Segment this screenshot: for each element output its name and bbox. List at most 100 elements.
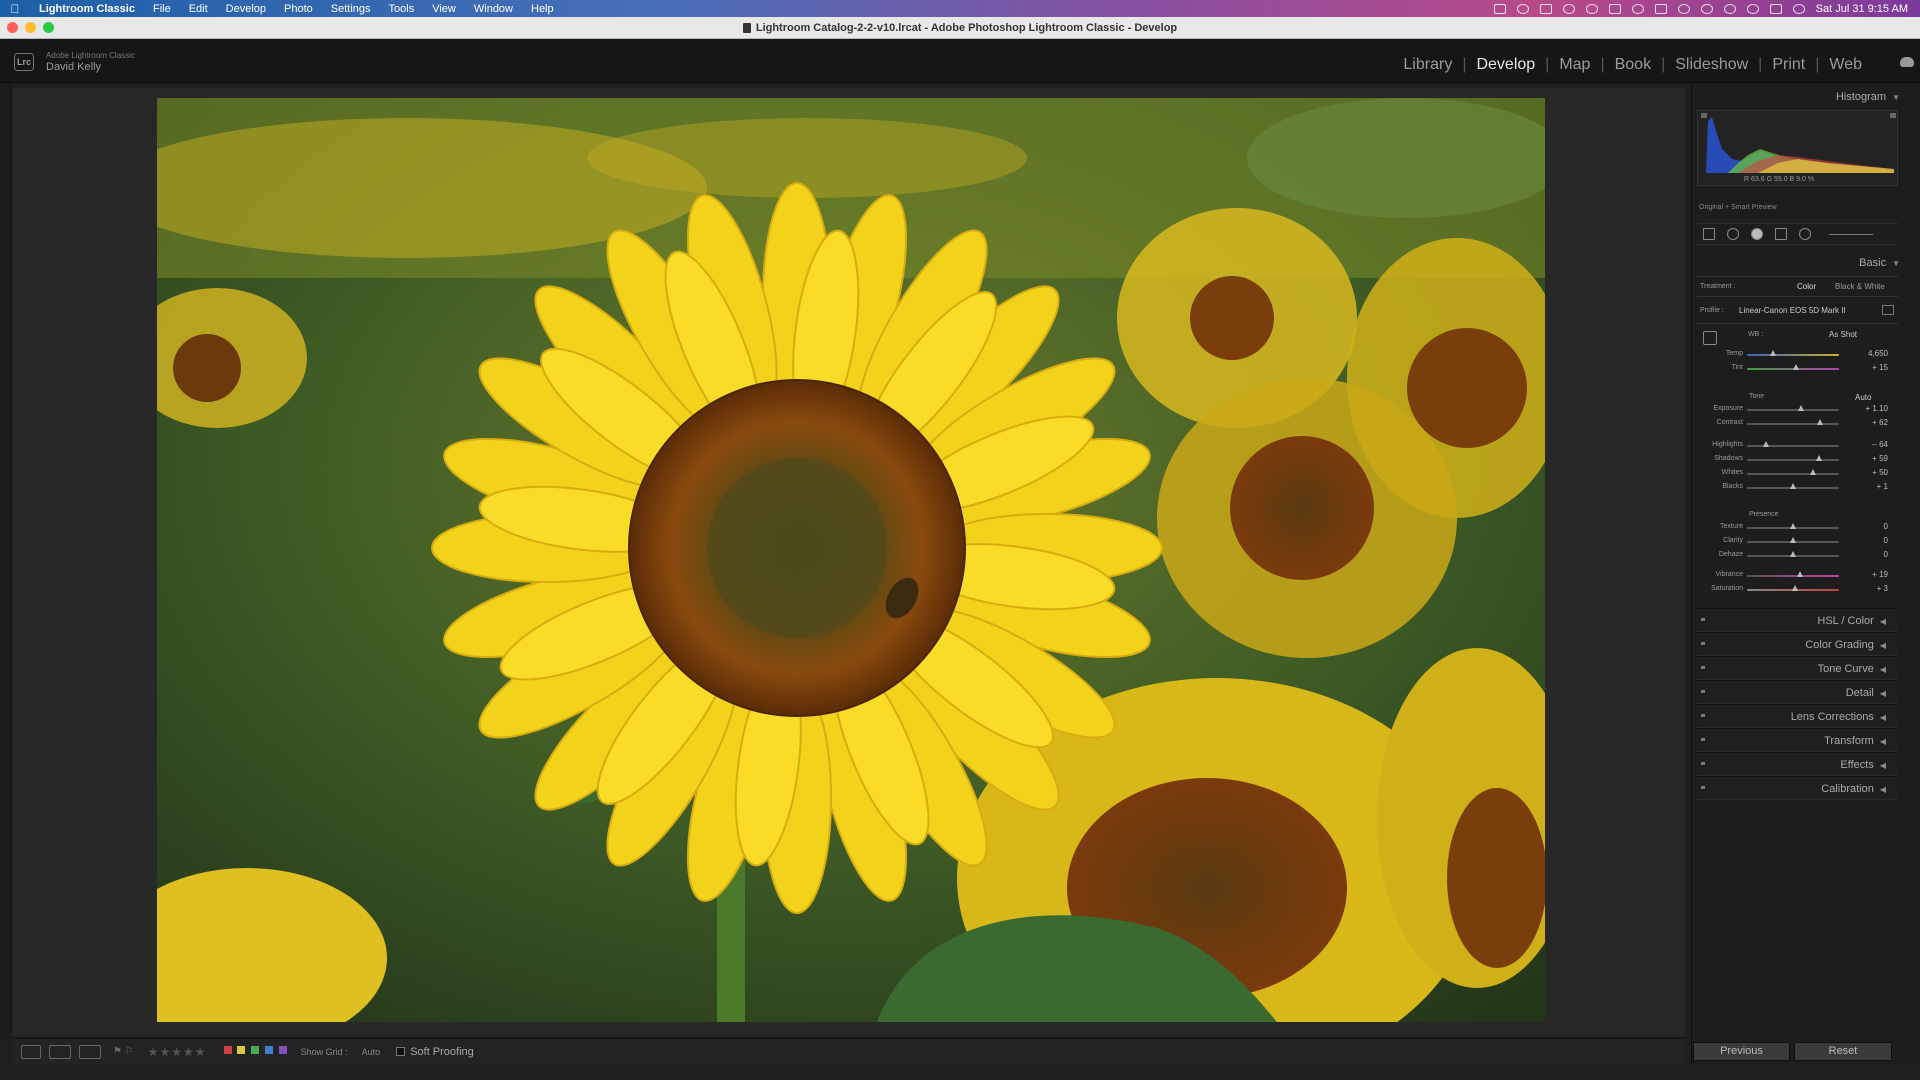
panel-power-icon[interactable]: [1701, 762, 1705, 765]
basic-panel-header[interactable]: Basic ▼: [1859, 257, 1900, 269]
user-icon[interactable]: [1700, 3, 1713, 14]
time-machine-icon[interactable]: [1723, 3, 1736, 14]
color-label-green[interactable]: [251, 1046, 260, 1054]
whites-slider[interactable]: [1747, 473, 1839, 475]
expand-triangle-icon[interactable]: ◀: [1880, 617, 1886, 626]
menu-edit[interactable]: Edit: [180, 3, 217, 15]
panel-transform[interactable]: Transform ◀: [1697, 728, 1898, 752]
dehaze-value[interactable]: 0: [1848, 550, 1888, 559]
highlights-value[interactable]: – 64: [1848, 440, 1888, 449]
menu-photo[interactable]: Photo: [275, 3, 322, 15]
contrast-value[interactable]: + 62: [1848, 418, 1888, 427]
panel-power-icon[interactable]: [1701, 666, 1705, 669]
tone-auto-button[interactable]: Auto: [1855, 393, 1871, 402]
shadows-value[interactable]: + 59: [1848, 454, 1888, 463]
panel-power-icon[interactable]: [1701, 738, 1705, 741]
panel-power-icon[interactable]: [1701, 714, 1705, 717]
panel-calibration[interactable]: Calibration ◀: [1697, 776, 1898, 800]
radial-filter-icon[interactable]: [1799, 228, 1811, 240]
dropbox-icon[interactable]: [1539, 3, 1552, 14]
spotlight-icon[interactable]: [1746, 3, 1759, 14]
contrast-slider-thumb[interactable]: [1816, 419, 1823, 425]
panel-power-icon[interactable]: [1701, 618, 1705, 621]
whites-slider-thumb[interactable]: [1810, 469, 1817, 475]
menu-tools[interactable]: Tools: [380, 3, 424, 15]
dehaze-slider-thumb[interactable]: [1790, 551, 1796, 557]
saturation-slider-thumb[interactable]: [1791, 585, 1798, 591]
texture-value[interactable]: 0: [1848, 522, 1888, 531]
whites-value[interactable]: + 50: [1848, 468, 1888, 477]
tint-value[interactable]: + 15: [1848, 363, 1888, 372]
module-print[interactable]: Print: [1762, 56, 1815, 74]
clarity-slider-thumb[interactable]: [1790, 537, 1796, 543]
battery-icon[interactable]: [1654, 3, 1667, 14]
star-rating[interactable]: ★★★★★: [148, 1045, 207, 1059]
exposure-slider-thumb[interactable]: [1798, 405, 1805, 411]
menu-settings[interactable]: Settings: [322, 3, 380, 15]
color-label-yellow[interactable]: [237, 1046, 246, 1054]
temp-value[interactable]: 4,650: [1848, 349, 1888, 358]
collapse-triangle-icon[interactable]: ▼: [1892, 259, 1900, 268]
shadows-slider-thumb[interactable]: [1815, 455, 1822, 461]
treatment-bw-button[interactable]: Black & White: [1835, 282, 1885, 291]
expand-triangle-icon[interactable]: ◀: [1880, 689, 1886, 698]
reset-button[interactable]: Reset: [1794, 1042, 1892, 1061]
tint-slider-thumb[interactable]: [1792, 364, 1799, 370]
panel-tone-curve[interactable]: Tone Curve ◀: [1697, 656, 1898, 680]
before-after-split-button[interactable]: [79, 1044, 101, 1059]
bluetooth-icon[interactable]: [1631, 3, 1644, 14]
wb-eyedropper-icon[interactable]: [1703, 331, 1717, 345]
vibrance-slider[interactable]: [1747, 575, 1839, 577]
left-panel-collapsed[interactable]: [0, 83, 12, 1039]
flag-icon[interactable]: ⚑ ⚐: [113, 1046, 134, 1057]
loupe-view-button[interactable]: [21, 1044, 41, 1059]
brush-slider[interactable]: [1829, 233, 1873, 235]
module-book[interactable]: Book: [1605, 56, 1661, 74]
menu-develop[interactable]: Develop: [217, 3, 275, 15]
exposure-value[interactable]: + 1.10: [1848, 404, 1888, 413]
menu-app-name[interactable]: Lightroom Classic: [30, 3, 144, 15]
profile-select[interactable]: Linear-Canon EOS 5D Mark II: [1739, 306, 1846, 315]
panel-hsl-color[interactable]: HSL / Color ◀: [1697, 608, 1898, 632]
color-label-red[interactable]: [223, 1046, 232, 1054]
expand-triangle-icon[interactable]: ◀: [1880, 785, 1886, 794]
menu-file[interactable]: File: [144, 3, 180, 15]
module-map[interactable]: Map: [1549, 56, 1600, 74]
clarity-value[interactable]: 0: [1848, 536, 1888, 545]
menu-view[interactable]: View: [423, 3, 465, 15]
screen-icon[interactable]: [1493, 3, 1506, 14]
siri-icon[interactable]: [1792, 3, 1805, 14]
histogram[interactable]: R 63.6 G 55.0 B 9.0 %: [1697, 110, 1898, 186]
color-label-blue[interactable]: [264, 1046, 273, 1054]
menu-help[interactable]: Help: [522, 3, 563, 15]
treatment-color-button[interactable]: Color: [1797, 282, 1816, 291]
drop-icon[interactable]: [1562, 3, 1575, 14]
exposure-slider[interactable]: [1747, 409, 1839, 411]
blacks-slider-thumb[interactable]: [1790, 483, 1796, 489]
menu-window[interactable]: Window: [465, 3, 522, 15]
panel-power-icon[interactable]: [1701, 642, 1705, 645]
panel-detail[interactable]: Detail ◀: [1697, 680, 1898, 704]
panel-power-icon[interactable]: [1701, 690, 1705, 693]
smart-preview-status[interactable]: Original + Smart Preview: [1699, 204, 1777, 211]
panel-effects[interactable]: Effects ◀: [1697, 752, 1898, 776]
graduated-filter-icon[interactable]: [1775, 228, 1787, 240]
show-grid-select[interactable]: Auto: [362, 1047, 381, 1057]
wifi-icon[interactable]: [1677, 3, 1690, 14]
panel-power-icon[interactable]: [1701, 786, 1705, 789]
creative-cloud-icon[interactable]: [1516, 3, 1529, 14]
soft-proofing-checkbox[interactable]: [396, 1047, 406, 1056]
module-slideshow[interactable]: Slideshow: [1665, 56, 1758, 74]
histogram-header[interactable]: Histogram ▼: [1836, 91, 1900, 103]
apple-menu-icon[interactable]: : [0, 2, 30, 16]
blacks-value[interactable]: + 1: [1848, 482, 1888, 491]
vibrance-slider-thumb[interactable]: [1797, 571, 1804, 577]
previous-button[interactable]: Previous: [1693, 1042, 1790, 1061]
panel-color-grading[interactable]: Color Grading ◀: [1697, 632, 1898, 656]
close-window-button[interactable]: [7, 22, 18, 33]
crop-tool-icon[interactable]: [1703, 228, 1715, 240]
spot-removal-tool-icon[interactable]: [1727, 228, 1739, 240]
minimize-window-button[interactable]: [25, 22, 36, 33]
saturation-value[interactable]: + 3: [1848, 584, 1888, 593]
module-develop[interactable]: Develop: [1466, 56, 1545, 74]
